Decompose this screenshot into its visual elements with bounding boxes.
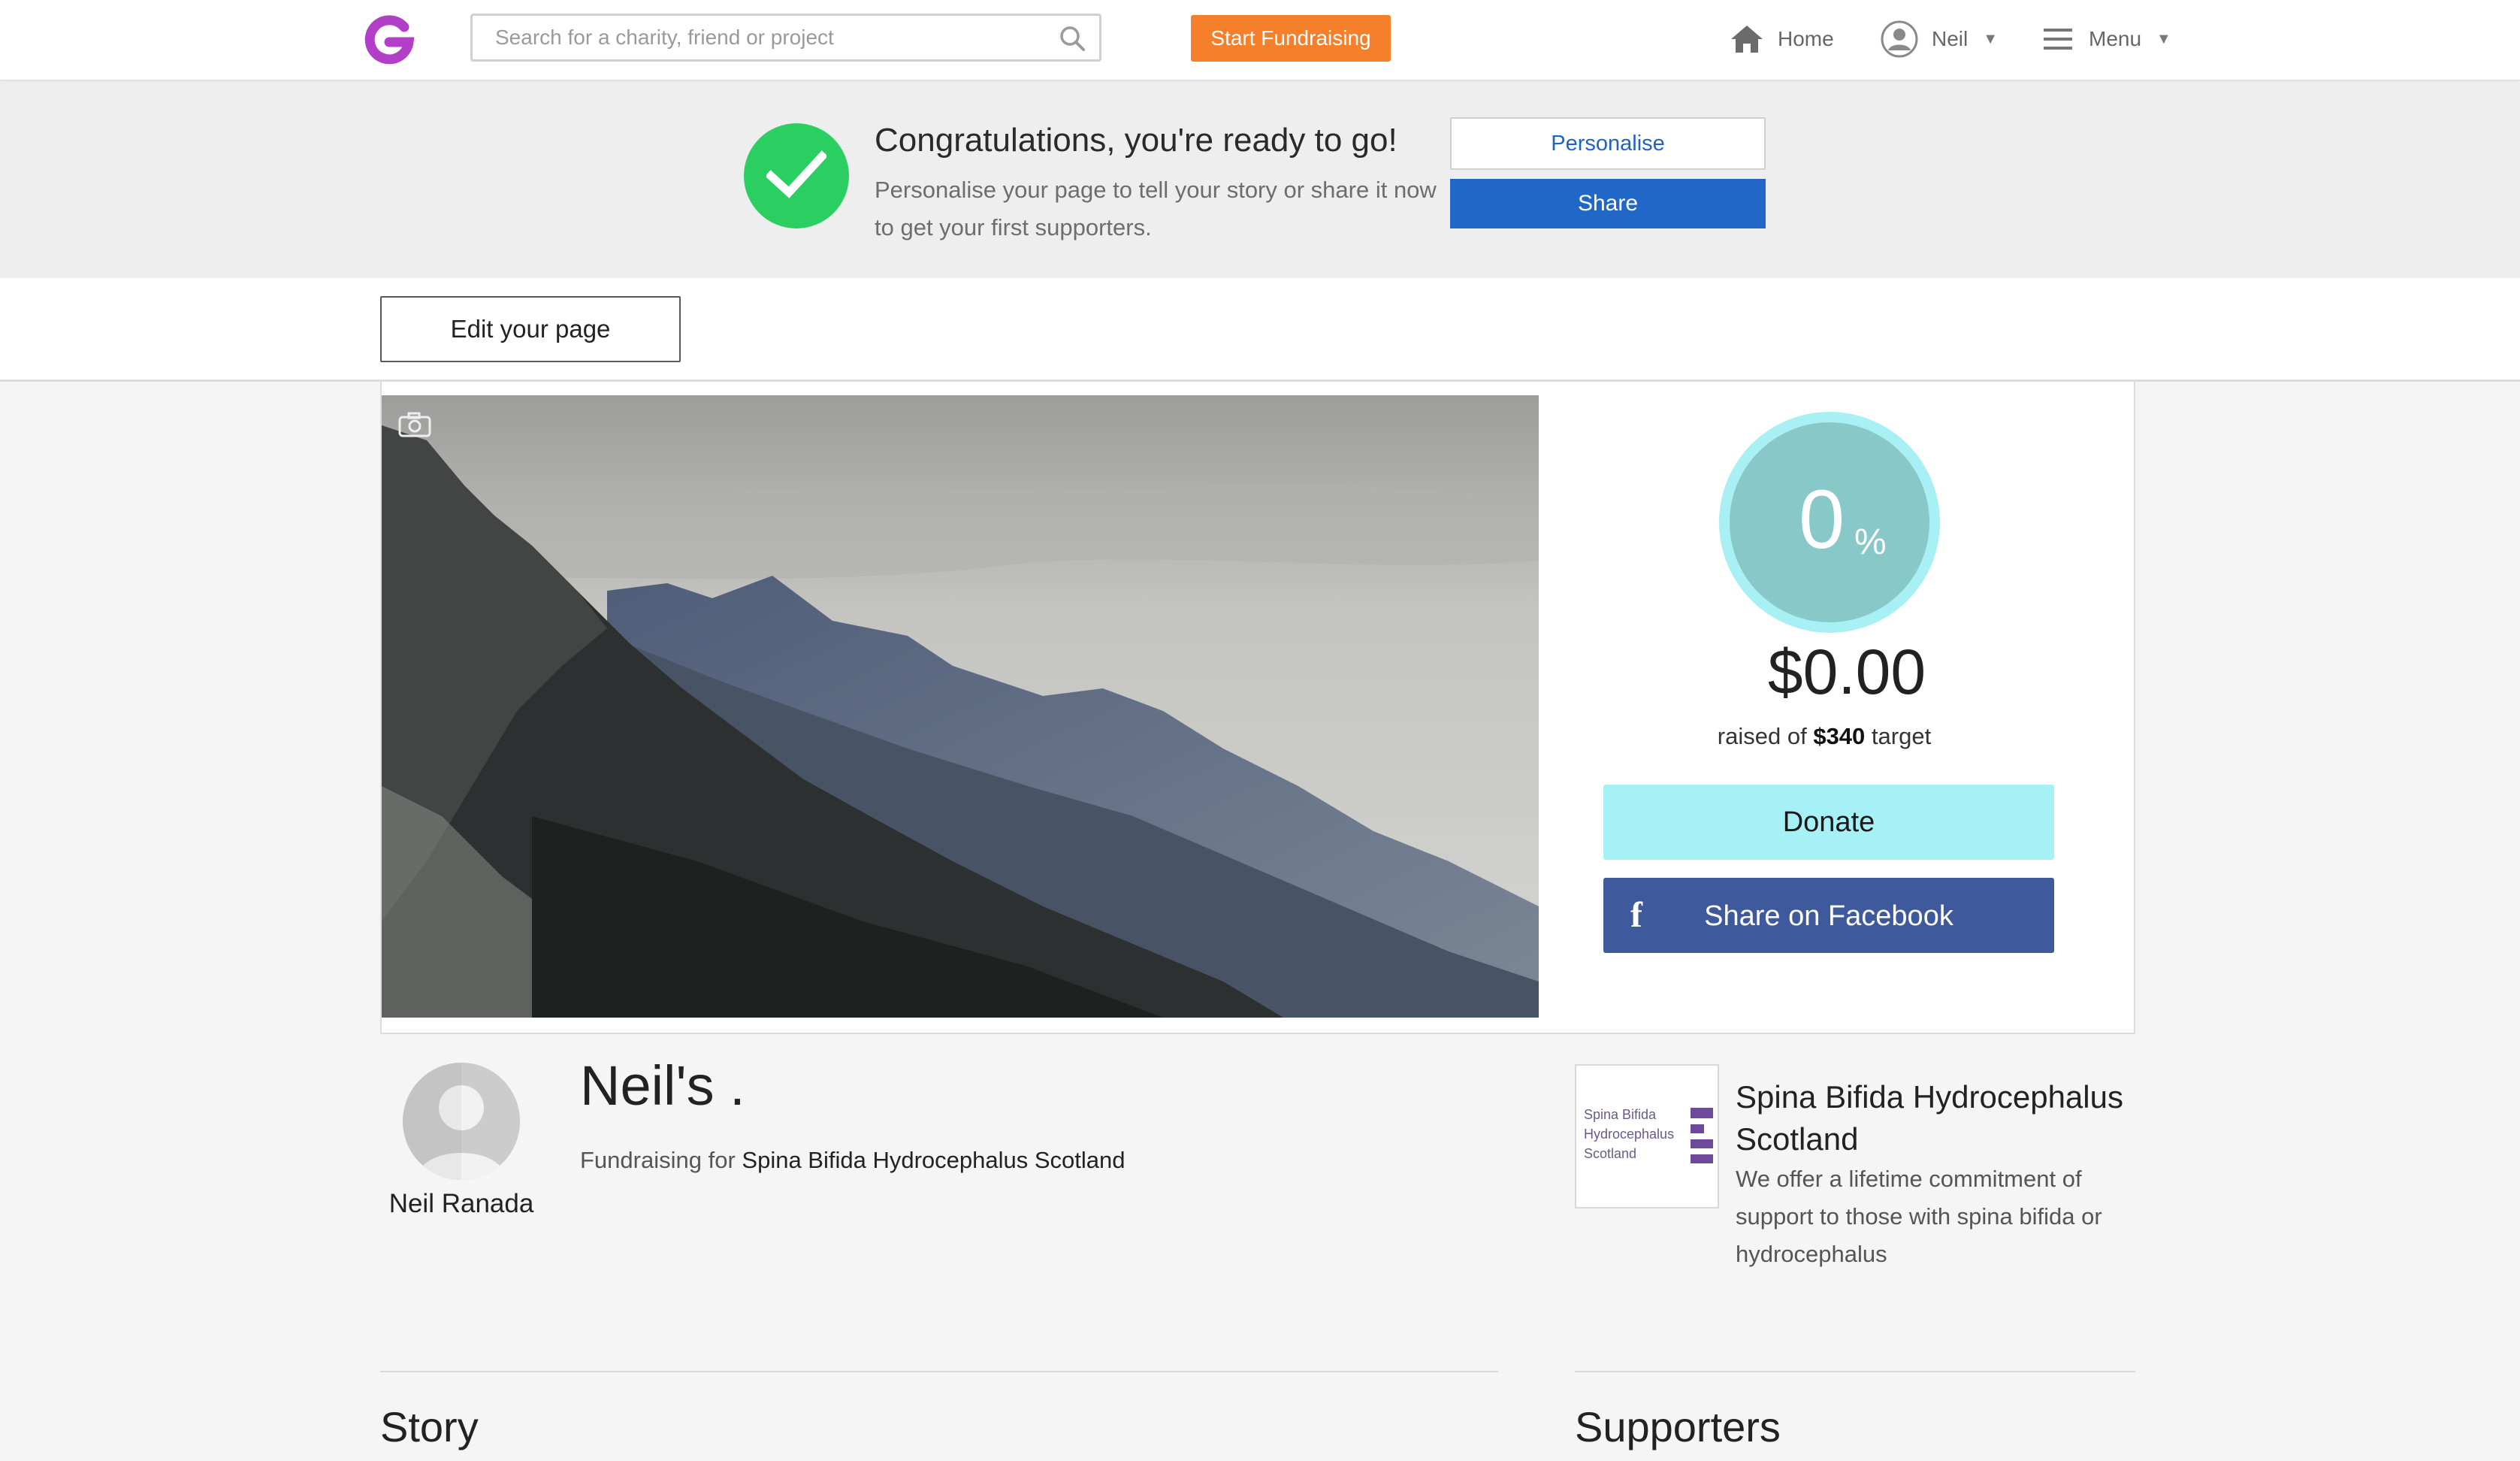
progress-percent-sign: %: [1854, 522, 1887, 562]
charity-logo[interactable]: Spina Bifida Hydrocephalus Scotland: [1575, 1064, 1719, 1208]
amount-raised: $0.00: [1767, 637, 1926, 707]
nav-user-menu[interactable]: Neil ▼: [1881, 20, 1998, 59]
divider: [380, 1371, 1498, 1372]
site-logo-icon[interactable]: [364, 15, 415, 66]
fundraising-card: 0 % $0.00 raised of $340 target Donate f…: [380, 382, 2135, 1034]
charity-description: We offer a lifetime commitment of suppor…: [1736, 1166, 2102, 1267]
donate-button[interactable]: Donate: [1603, 785, 2054, 860]
cover-photo[interactable]: [382, 395, 1539, 1018]
nav-user-label: Neil: [1932, 27, 1969, 50]
edit-bar: Edit your page: [0, 278, 2520, 382]
user-avatar-icon: [1881, 20, 1918, 58]
hamburger-icon: [2044, 29, 2072, 50]
share-on-facebook-button[interactable]: f Share on Facebook: [1603, 878, 2054, 953]
success-check-icon: [744, 123, 849, 228]
banner-message: Personalise your page to tell your story…: [875, 177, 1437, 240]
progress-ring: 0 %: [1719, 412, 1940, 633]
congratulations-banner: Congratulations, you're ready to go! Per…: [0, 83, 2520, 278]
nav-home-link[interactable]: Home: [1730, 20, 1834, 59]
chevron-down-icon: ▼: [1983, 30, 1999, 47]
charity-name[interactable]: Spina Bifida Hydrocephalus Scotland: [1736, 1076, 2141, 1160]
start-fundraising-button[interactable]: Start Fundraising: [1191, 15, 1391, 62]
story-heading: Story: [380, 1403, 479, 1450]
owner-name: Neil Ranada: [388, 1189, 534, 1218]
charity-link[interactable]: Spina Bifida Hydrocephalus Scotland: [742, 1147, 1125, 1173]
nav-main-menu[interactable]: Menu ▼: [2044, 20, 2171, 59]
search-icon[interactable]: [1059, 25, 1086, 52]
share-button[interactable]: Share: [1450, 179, 1766, 228]
top-navigation: Start Fundraising Home Neil ▼ Menu ▼: [0, 0, 2520, 81]
chevron-down-icon: ▼: [2156, 30, 2171, 47]
banner-title: Congratulations, you're ready to go!: [875, 122, 1397, 159]
divider: [1575, 1371, 2135, 1372]
personalise-button[interactable]: Personalise: [1450, 117, 1766, 170]
share-on-facebook-label: Share on Facebook: [1704, 900, 1953, 932]
home-icon: [1731, 26, 1763, 53]
nav-home-label: Home: [1778, 27, 1834, 50]
camera-icon[interactable]: [398, 412, 431, 437]
edit-page-button[interactable]: Edit your page: [380, 296, 681, 362]
page-title: Neil's .: [580, 1054, 745, 1117]
owner-avatar[interactable]: [403, 1063, 520, 1180]
progress-percent: 0: [1799, 473, 1845, 566]
supporters-heading: Supporters: [1575, 1403, 1781, 1450]
nav-menu-label: Menu: [2089, 27, 2142, 50]
search-input[interactable]: [473, 16, 1044, 59]
fundraising-for: Fundraising for Spina Bifida Hydrocephal…: [580, 1147, 1126, 1173]
search-box: [470, 14, 1101, 62]
target-amount: $340: [1813, 723, 1866, 749]
target-text: raised of $340 target: [1717, 723, 1932, 749]
